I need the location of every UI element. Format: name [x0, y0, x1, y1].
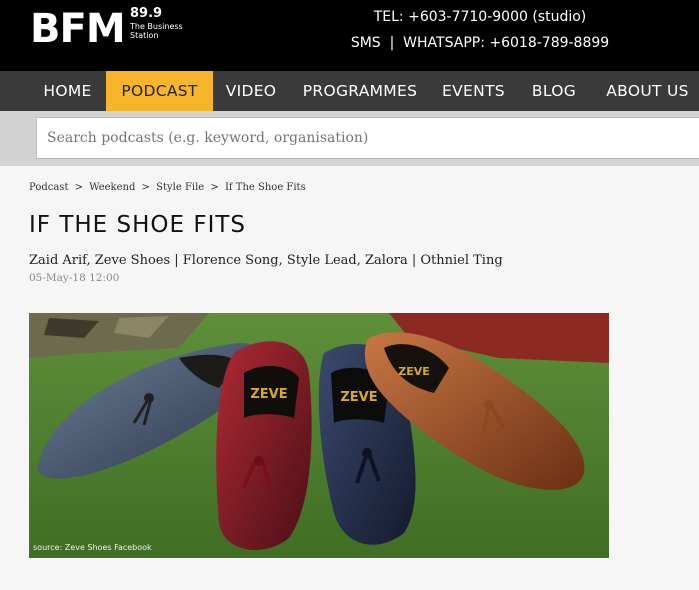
nav-events[interactable]: EVENTS	[436, 71, 511, 111]
search-bar	[0, 111, 699, 166]
breadcrumb-separator: >	[74, 182, 84, 193]
contact-tel: TEL: +603-7710-9000 (studio)	[373, 9, 587, 25]
brand-label: ZEVE	[250, 387, 287, 402]
breadcrumb-separator: >	[210, 182, 219, 193]
brand-label: ZEVE	[340, 390, 377, 405]
image-caption: source: Zeve Shoes Facebook	[33, 543, 152, 552]
breadcrumb-current: If The Shoe Fits	[224, 182, 306, 193]
breadcrumb: Podcast > Weekend > Style File > If The …	[29, 182, 309, 193]
publish-date: 05-May-18 12:00	[29, 272, 120, 284]
breadcrumb-weekend[interactable]: Weekend	[89, 182, 135, 193]
breadcrumb-podcast[interactable]: Podcast	[29, 182, 68, 193]
bfm-logo[interactable]: BFM 89.9 The Business Station	[30, 6, 183, 52]
contact-sms: SMS | WHATSAPP: +6018-789-8899	[350, 35, 610, 51]
nav-programmes[interactable]: PROGRAMMES	[296, 71, 424, 111]
nav-home[interactable]: HOME	[30, 71, 105, 111]
breadcrumb-separator: >	[141, 182, 150, 193]
logo-text: BFM	[30, 6, 126, 52]
logo-tagline: The Business Station	[130, 22, 183, 40]
shoes-photo-illustration: ZEVE ZEVE ZEVE	[29, 313, 609, 558]
site-header: BFM 89.9 The Business Station TEL: +603-…	[0, 0, 699, 71]
contact-info: TEL: +603-7710-9000 (studio) SMS | WHATS…	[330, 8, 630, 60]
main-nav: HOME PODCAST VIDEO PROGRAMMES EVENTS BLO…	[0, 71, 699, 111]
nav-video[interactable]: VIDEO	[216, 71, 286, 111]
nav-podcast[interactable]: PODCAST	[106, 71, 213, 111]
brand-label: ZEVE	[398, 365, 430, 378]
nav-blog[interactable]: BLOG	[524, 71, 584, 111]
logo-frequency: 89.9	[130, 6, 163, 21]
breadcrumb-style-file[interactable]: Style File	[156, 182, 204, 193]
guest-list: Zaid Arif, Zeve Shoes | Florence Song, S…	[29, 253, 503, 268]
podcast-image: ZEVE ZEVE ZEVE source: Zeve Shoes Facebo…	[29, 313, 609, 558]
nav-about-us[interactable]: ABOUT US	[596, 71, 699, 111]
page-title: IF THE SHOE FITS	[29, 212, 247, 238]
search-input[interactable]	[36, 117, 699, 159]
